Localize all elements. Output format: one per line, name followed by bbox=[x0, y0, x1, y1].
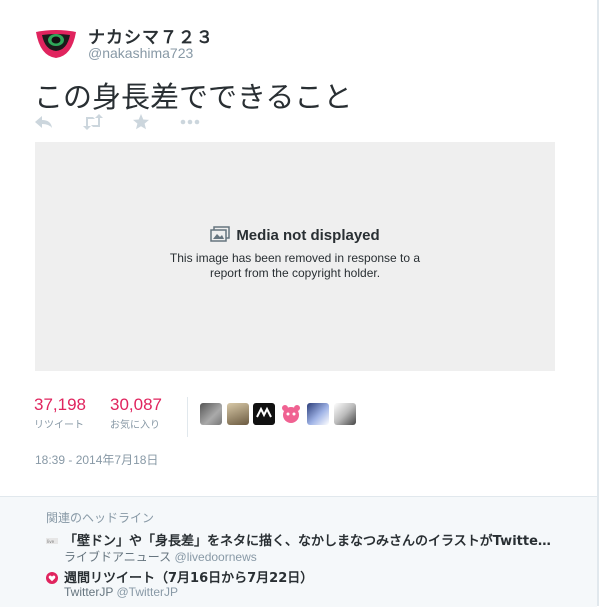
more-icon[interactable] bbox=[180, 113, 202, 133]
media-icon bbox=[210, 226, 231, 246]
avatar[interactable] bbox=[200, 403, 222, 425]
avatar[interactable] bbox=[253, 403, 275, 425]
favorite-icon[interactable] bbox=[132, 113, 154, 133]
stats-divider bbox=[187, 397, 188, 437]
favorite-stat[interactable]: 30,087 お気に入り bbox=[110, 395, 162, 431]
media-title: Media not displayed bbox=[236, 227, 380, 244]
retweet-icon[interactable] bbox=[82, 113, 104, 133]
tweet-timestamp[interactable]: 18:39 - 2014年7月18日 bbox=[35, 451, 158, 468]
media-placeholder: Media not displayed This image has been … bbox=[35, 142, 555, 371]
avatar[interactable] bbox=[334, 403, 356, 425]
retweet-stat[interactable]: 37,198 リツイート bbox=[34, 395, 86, 431]
favorite-label: お気に入り bbox=[110, 420, 160, 431]
avatar[interactable] bbox=[280, 403, 302, 425]
tweet-actions bbox=[34, 113, 234, 133]
avatar[interactable] bbox=[34, 22, 78, 66]
svg-text:live: live bbox=[47, 539, 55, 544]
avatar[interactable] bbox=[227, 403, 249, 425]
reply-icon[interactable] bbox=[34, 113, 56, 133]
tweet-text: この身長差でできること bbox=[34, 80, 353, 114]
favorite-count: 30,087 bbox=[110, 395, 162, 414]
related-headlines: 関連のヘッドライン live 「壁ドン」や「身長差」をネタに描く、なかしまなつみ… bbox=[0, 496, 597, 607]
media-message: This image has been removed in response … bbox=[169, 251, 421, 280]
related-title: 関連のヘッドライン bbox=[46, 511, 155, 525]
twitter-heart-icon bbox=[46, 571, 58, 584]
avatar[interactable] bbox=[307, 403, 329, 425]
headline[interactable]: 週間リツイート（7月16日から7月22日） bbox=[64, 567, 564, 586]
retweet-label: リツイート bbox=[34, 420, 84, 431]
livedoor-icon: live bbox=[46, 534, 58, 546]
headline-source[interactable]: TwitterJP @TwitterJP bbox=[64, 585, 178, 599]
headline[interactable]: 「壁ドン」や「身長差」をネタに描く、なかしまなつみさんのイラストがTwitte… bbox=[64, 530, 564, 549]
retweet-count: 37,198 bbox=[34, 395, 86, 414]
user-handle[interactable]: @nakashima723 bbox=[88, 45, 193, 61]
headline-source[interactable]: ライブドアニュース @livedoornews bbox=[64, 548, 257, 565]
